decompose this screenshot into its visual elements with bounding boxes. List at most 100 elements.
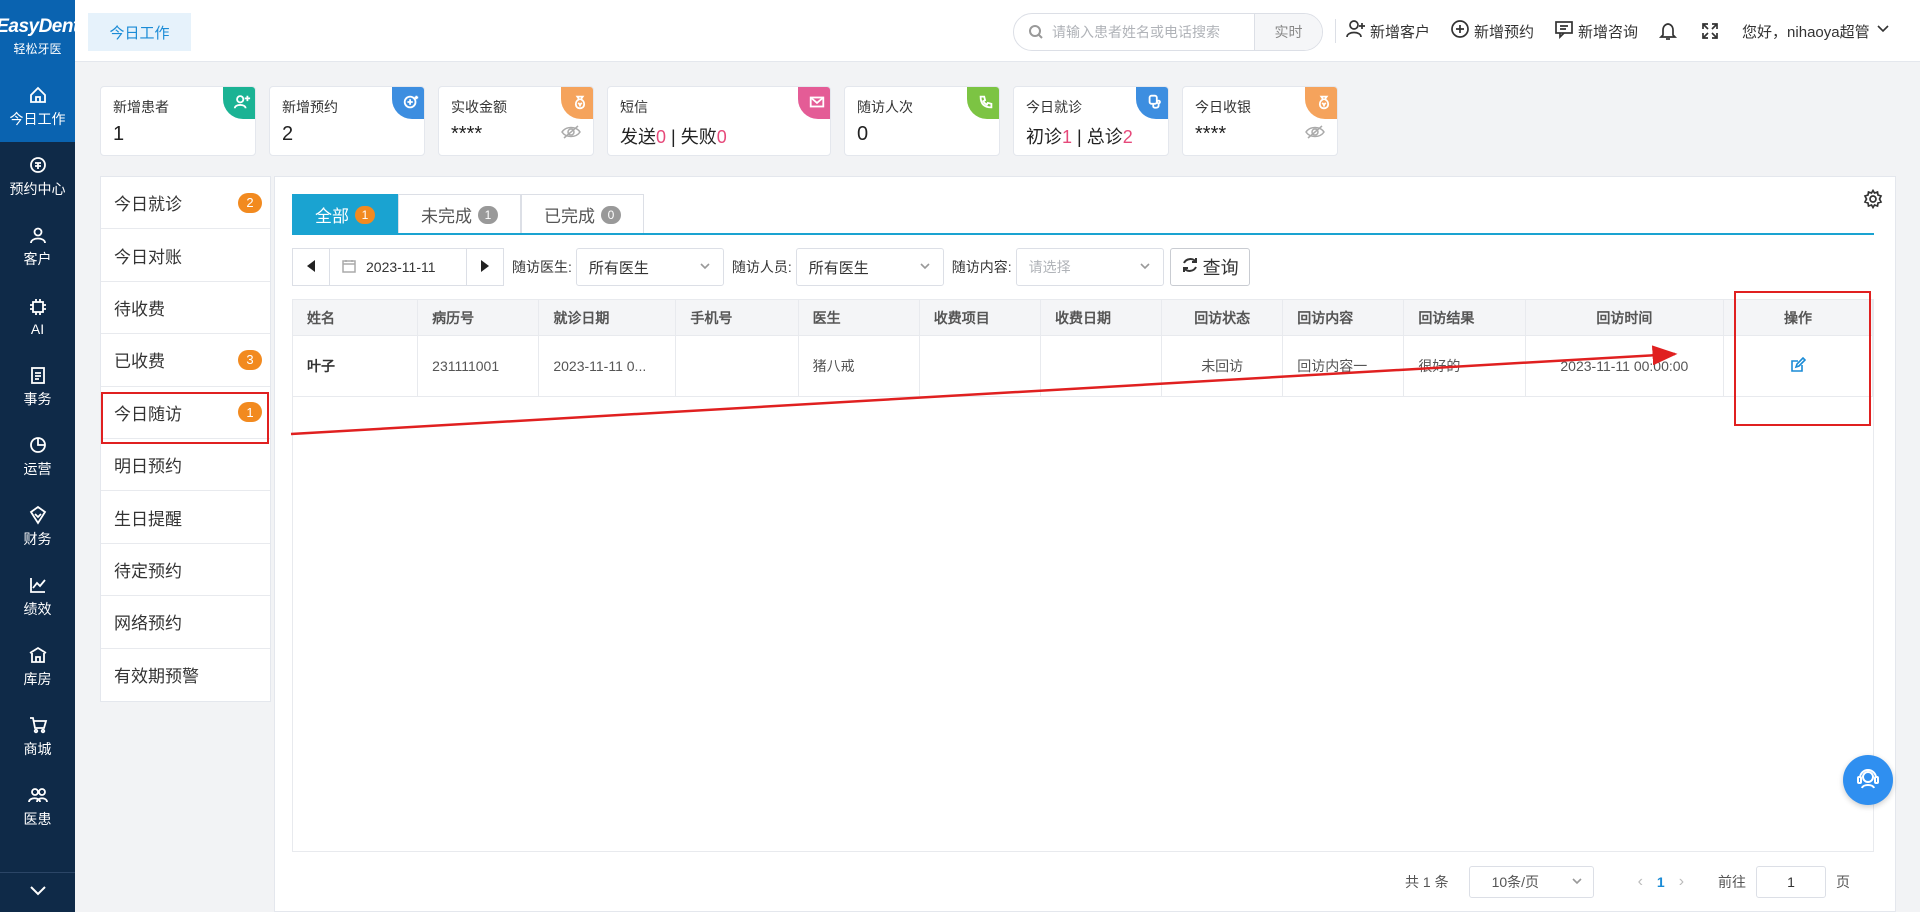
prev-page-button[interactable]: ‹: [1638, 873, 1643, 891]
submenu-item[interactable]: 今日对账: [101, 229, 270, 282]
nav-item-label: 客户: [23, 251, 52, 267]
content-select[interactable]: 请选择: [1015, 248, 1164, 286]
calendar-icon: [342, 259, 366, 276]
nav-item-finance[interactable]: 财务: [0, 492, 75, 562]
submenu-item-label: 待定预约: [114, 561, 182, 581]
table-cell: [1041, 336, 1163, 396]
logo-subtext: 轻松牙医: [13, 41, 62, 56]
card-title: 短信: [620, 99, 648, 115]
submenu-item[interactable]: 待定预约: [101, 544, 270, 597]
submenu-item-label: 生日提醒: [114, 509, 182, 529]
submenu-item[interactable]: 网络预约: [101, 596, 270, 649]
add-appointment-button[interactable]: 新增预约: [1450, 19, 1534, 43]
submenu-item[interactable]: 明日预约: [101, 439, 270, 492]
eye-hidden-icon[interactable]: [1305, 123, 1325, 146]
card-followups[interactable]: 随访人次 0: [844, 86, 1000, 156]
page-size-select[interactable]: 10条/页: [1468, 866, 1594, 898]
customer-service-button[interactable]: [1843, 755, 1893, 805]
gear-icon[interactable]: [1863, 188, 1883, 212]
nav-expand-button[interactable]: [0, 872, 75, 912]
left-nav: EasyDent 轻松牙医 今日工作预约中心客户 AI 事务运营财务绩效 库房 商城 医患: [0, 0, 79, 912]
eye-hidden-icon[interactable]: [561, 123, 581, 146]
submenu-item-label: 已收费: [114, 352, 165, 372]
patient-search: 实时: [1013, 13, 1323, 51]
submenu-item[interactable]: 生日提醒: [101, 491, 270, 544]
nav-item-warehouse[interactable]: 库房: [0, 632, 75, 702]
caret-right-icon: [479, 259, 491, 276]
prev-day-button[interactable]: [292, 248, 330, 286]
staff-filter-label: 随访人员:: [731, 259, 792, 275]
nav-item-cart[interactable]: 商城: [0, 702, 75, 772]
annotation-highlight-box: [101, 392, 269, 444]
query-button[interactable]: 查询: [1169, 248, 1250, 286]
table-row[interactable]: 叶子 231111001 2023-11-11 0... 猪八戒 未回访 回访内容一 很好的…: [293, 336, 1873, 397]
table-header: 姓名 病历号 就诊日期 手机号 医生 收费项目 收费日期 回访状态 回访内容 回访结果 回访时间 操作: [293, 300, 1873, 336]
nav-item-line-chart[interactable]: 绩效: [0, 562, 75, 632]
search-input[interactable]: [1044, 14, 1244, 50]
tab-incomplete[interactable]: 未完成 1: [398, 194, 521, 234]
page-number[interactable]: 1: [1657, 874, 1665, 890]
add-customer-button[interactable]: 新增客户: [1346, 19, 1430, 43]
refresh-icon: [1181, 256, 1203, 279]
submenu-item-label: 今日对账: [114, 247, 182, 267]
card-received-amount[interactable]: 实收金额 ****: [438, 86, 594, 156]
chevron-down-icon: [919, 259, 931, 276]
fullscreen-icon[interactable]: [1700, 21, 1720, 41]
warehouse-icon: [28, 645, 48, 665]
nav-item-calendar[interactable]: 预约中心: [0, 142, 75, 212]
cart-icon: [28, 715, 48, 735]
column-header: 收费项目: [920, 300, 1041, 335]
tab-count-badge: 0: [601, 205, 621, 224]
next-page-button[interactable]: ›: [1679, 873, 1684, 891]
main-panel: 全部 1 未完成 1 已完成 0 2023-11-11 随访医生: 所有医生 随访人员…: [274, 176, 1896, 912]
top-header: 今日工作 实时 新增客户 新增预约 新增咨询 您好，nihaoya超管: [75, 0, 1920, 62]
bell-icon[interactable]: [1658, 21, 1678, 41]
card-today-visits[interactable]: 今日就诊 初诊1 | 总诊2: [1013, 86, 1169, 156]
nav-item-label: 今日工作: [9, 111, 66, 127]
submenu-item[interactable]: 有效期预警: [101, 649, 270, 701]
card-value: ****: [1195, 123, 1227, 145]
nav-item-label: 财务: [23, 531, 52, 547]
message-icon: [1554, 19, 1578, 43]
search-mode-button[interactable]: 实时: [1254, 14, 1322, 50]
chevron-down-icon: [699, 259, 711, 276]
nav-item-user[interactable]: 客户: [0, 212, 75, 282]
submenu-item[interactable]: 待收费: [101, 282, 270, 335]
nav-item-doctor-patient[interactable]: 医患: [0, 772, 75, 842]
card-new-appointments[interactable]: 新增预约 2: [269, 86, 425, 156]
nav-item-label: 事务: [23, 391, 52, 407]
card-new-patients[interactable]: 新增患者 1: [100, 86, 256, 156]
headset-icon: [1855, 766, 1881, 795]
finance-icon: [28, 505, 48, 525]
content-filter-label: 随访内容:: [951, 259, 1012, 275]
goto-page-input[interactable]: 1: [1756, 866, 1827, 898]
nav-item-clipboard[interactable]: 事务: [0, 352, 75, 422]
table-cell: 回访内容一: [1283, 336, 1405, 396]
sms-sent-label: 发送: [620, 127, 656, 147]
goto-label: 前往: [1718, 874, 1747, 890]
submenu-item[interactable]: 已收费 3: [101, 334, 270, 387]
add-appointment-label: 新增预约: [1474, 23, 1535, 41]
nav-item-home[interactable]: 今日工作: [0, 72, 75, 142]
doctor-select[interactable]: 所有医生: [575, 248, 724, 286]
add-consult-button[interactable]: 新增咨询: [1554, 19, 1638, 43]
next-day-button[interactable]: [466, 248, 504, 286]
user-menu[interactable]: 您好，nihaoya超管: [1742, 21, 1890, 42]
date-value: 2023-11-11: [366, 259, 436, 275]
column-header: 回访内容: [1283, 300, 1405, 335]
date-picker[interactable]: 2023-11-11: [330, 248, 466, 286]
divider: [1335, 19, 1336, 43]
card-sms[interactable]: 短信 发送0 | 失败0: [607, 86, 831, 156]
nav-item-ai-chip[interactable]: AI: [0, 282, 75, 352]
tab-today-work[interactable]: 今日工作: [88, 13, 191, 51]
submenu-item[interactable]: 今日就诊 2: [101, 177, 270, 230]
app-logo[interactable]: EasyDent 轻松牙医: [0, 0, 79, 72]
card-today-cashier[interactable]: 今日收银 ****: [1182, 86, 1338, 156]
tab-all[interactable]: 全部 1: [292, 194, 398, 234]
tab-completed[interactable]: 已完成 0: [521, 194, 644, 234]
query-label: 查询: [1202, 258, 1239, 278]
table-cell: [920, 336, 1041, 396]
annotation-highlight-box: [1734, 291, 1871, 426]
staff-select[interactable]: 所有医生: [795, 248, 944, 286]
nav-item-pie-chart[interactable]: 运营: [0, 422, 75, 492]
